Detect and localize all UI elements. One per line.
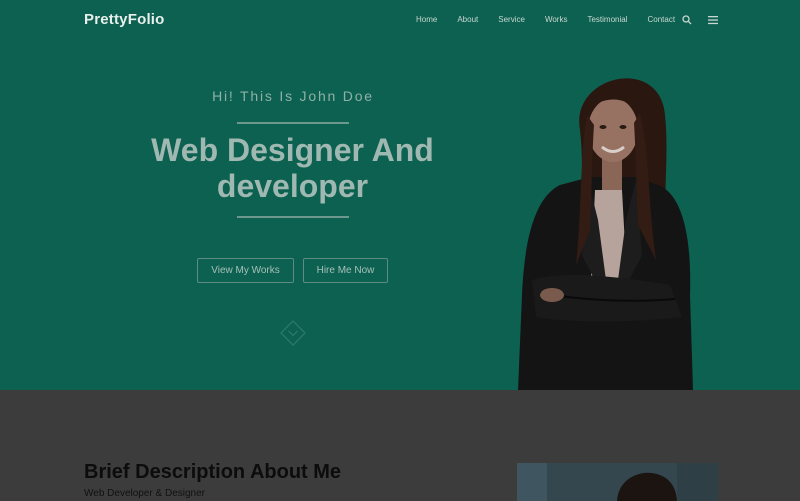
hero-headline-line2: developer	[216, 168, 369, 204]
profile-photo	[518, 78, 693, 390]
hero-divider-bottom	[237, 216, 349, 218]
about-photo	[517, 463, 718, 501]
about-section: Brief Description About Me Web Developer…	[0, 390, 800, 501]
view-my-works-button[interactable]: View My Works	[197, 258, 294, 283]
search-icon[interactable]	[681, 14, 693, 26]
nav-link-testimonial[interactable]: Testimonial	[577, 15, 637, 24]
nav-menu: Home About Service Works Testimonial Con…	[406, 15, 685, 24]
hero-section: PrettyFolio Home About Service Works Tes…	[0, 0, 800, 390]
nav-link-home[interactable]: Home	[406, 15, 447, 24]
nav-link-works[interactable]: Works	[535, 15, 578, 24]
hamburger-menu-icon[interactable]	[707, 14, 719, 26]
nav-link-contact[interactable]: Contact	[637, 15, 685, 24]
hire-me-now-button[interactable]: Hire Me Now	[303, 258, 388, 283]
diamond-chevron-down-icon[interactable]	[280, 320, 306, 346]
about-subtitle: Web Developer & Designer	[84, 488, 205, 499]
about-title: Brief Description About Me	[84, 461, 342, 483]
site-logo[interactable]: PrettyFolio	[84, 11, 165, 28]
page: PrettyFolio Home About Service Works Tes…	[0, 0, 800, 501]
hero-headline-line1: Web Designer And	[151, 132, 434, 168]
hero-divider-top	[237, 122, 349, 124]
nav-link-service[interactable]: Service	[488, 15, 535, 24]
hero-headline: Web Designer And developer	[120, 132, 465, 204]
nav-link-about[interactable]: About	[447, 15, 488, 24]
hero-greeting: Hi! This Is John Doe	[212, 88, 374, 104]
top-navbar: PrettyFolio Home About Service Works Tes…	[0, 0, 800, 42]
